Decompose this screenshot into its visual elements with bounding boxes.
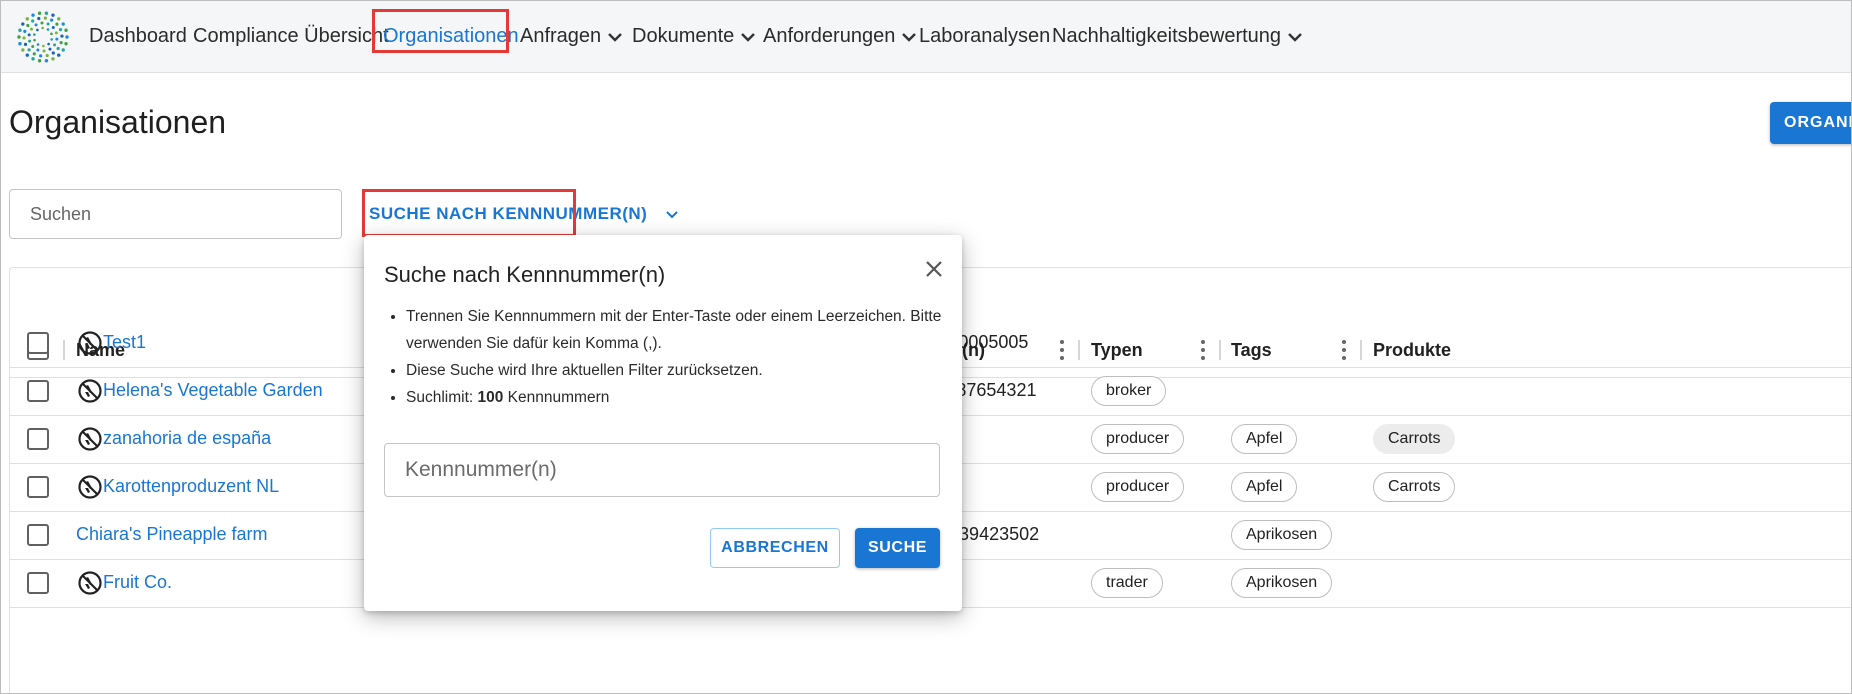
column-menu-icon[interactable] [1060, 340, 1064, 360]
kennnummer-input[interactable] [403, 444, 927, 496]
nav-label: Dokumente [632, 25, 735, 47]
nav-compliance-uebersicht[interactable]: Compliance Übersicht [193, 21, 389, 51]
row-checkbox[interactable] [27, 572, 49, 594]
kennnummer-field[interactable] [384, 443, 940, 497]
nav-label: Anforderungen [763, 25, 896, 47]
chevron-down-icon [665, 210, 678, 218]
column-header-typen[interactable]: Typen [1091, 337, 1143, 363]
search-field[interactable] [9, 189, 342, 239]
nav-anfragen[interactable]: Anfragen [520, 21, 623, 51]
nav-label: Nachhaltigkeitsbewertung [1052, 25, 1282, 47]
nav-laboranalysen[interactable]: Laboranalysen [919, 21, 1050, 51]
organisation-name-link[interactable]: zanahoria de españa [103, 425, 271, 451]
search-input[interactable] [28, 203, 322, 226]
no-access-icon [77, 330, 103, 356]
nav-label: Compliance Übersicht [193, 25, 389, 47]
no-access-icon [77, 570, 103, 596]
page-title: Organisationen [9, 104, 227, 140]
organisation-name-link[interactable]: Chiara's Pineapple farm [76, 521, 268, 547]
product-chip[interactable]: Carrots [1373, 472, 1456, 502]
row-checkbox[interactable] [27, 476, 49, 498]
type-chip[interactable]: producer [1091, 472, 1185, 502]
column-menu-icon[interactable] [1342, 340, 1346, 360]
nav-anforderungen[interactable]: Anforderungen [763, 21, 917, 51]
organisation-name-link[interactable]: Fruit Co. [103, 569, 172, 595]
logo-icon[interactable] [15, 9, 71, 65]
row-checkbox[interactable] [27, 380, 49, 402]
column-separator [1219, 340, 1221, 360]
limit-suffix: Kennnummern [503, 389, 610, 406]
type-chip[interactable]: broker [1091, 376, 1167, 406]
type-chip[interactable]: trader [1091, 568, 1163, 598]
tag-chip[interactable]: Aprikosen [1231, 568, 1333, 598]
row-checkbox[interactable] [27, 332, 49, 354]
column-separator [1360, 340, 1362, 360]
nav-label: Anfragen [520, 25, 602, 47]
chevron-down-icon [902, 32, 917, 42]
chevron-down-icon [608, 32, 623, 42]
limit-prefix: Suchlimit: [406, 389, 478, 406]
tag-chip[interactable]: Apfel [1231, 472, 1298, 502]
product-chip[interactable]: Carrots [1373, 424, 1456, 454]
search-button[interactable]: SUCHE [855, 528, 940, 568]
no-access-icon [77, 426, 103, 452]
type-chip[interactable]: producer [1091, 424, 1185, 454]
chevron-down-icon [741, 32, 756, 42]
instruction-item: Diese Suche wird Ihre aktuellen Filter z… [406, 357, 946, 384]
organisation-name-link[interactable]: Helena's Vegetable Garden [103, 377, 323, 403]
app-window: Dashboard Compliance Übersicht Organisat… [0, 0, 1852, 694]
column-separator [63, 340, 65, 360]
column-menu-icon[interactable] [1201, 340, 1205, 360]
instruction-item: Suchlimit: 100 Kennnummern [406, 384, 946, 411]
nav-dokumente[interactable]: Dokumente [632, 21, 756, 51]
column-header-tags[interactable]: Tags [1231, 337, 1272, 363]
kennnummer-search-dialog: Suche nach Kennnummer(n) Trennen Sie Ken… [364, 235, 962, 611]
limit-value: 100 [477, 389, 504, 406]
nav-label: Laboranalysen [919, 25, 1051, 47]
organisation-name-link[interactable]: Karottenproduzent NL [103, 473, 279, 499]
chevron-down-icon [1288, 32, 1302, 42]
no-access-icon [77, 378, 103, 404]
highlight-box-kennnummer [362, 189, 576, 237]
top-navigation: Dashboard Compliance Übersicht Organisat… [1, 1, 1851, 73]
nav-dashboard[interactable]: Dashboard [89, 21, 187, 51]
highlight-box-nav [372, 9, 509, 53]
row-checkbox[interactable] [27, 428, 49, 450]
column-header-produkte[interactable]: Produkte [1373, 337, 1451, 363]
nav-nachhaltigkeitsbewertung[interactable]: Nachhaltigkeitsbewertung [1052, 21, 1303, 51]
row-checkbox[interactable] [27, 524, 49, 546]
cancel-button[interactable]: ABBRECHEN [710, 528, 840, 568]
close-icon[interactable] [920, 255, 948, 283]
organisation-name-link[interactable]: Test1 [103, 329, 146, 355]
tag-chip[interactable]: Aprikosen [1231, 520, 1333, 550]
dialog-instructions: Trennen Sie Kennnummern mit der Enter-Ta… [384, 303, 946, 411]
add-organisation-button[interactable]: ORGANI [1770, 102, 1851, 144]
column-separator [1078, 340, 1080, 360]
instruction-item: Trennen Sie Kennnummern mit der Enter-Ta… [406, 303, 946, 357]
nav-label: Dashboard [89, 25, 187, 47]
no-access-icon [77, 474, 103, 500]
tag-chip[interactable]: Apfel [1231, 424, 1298, 454]
dialog-title: Suche nach Kennnummer(n) [384, 262, 666, 287]
